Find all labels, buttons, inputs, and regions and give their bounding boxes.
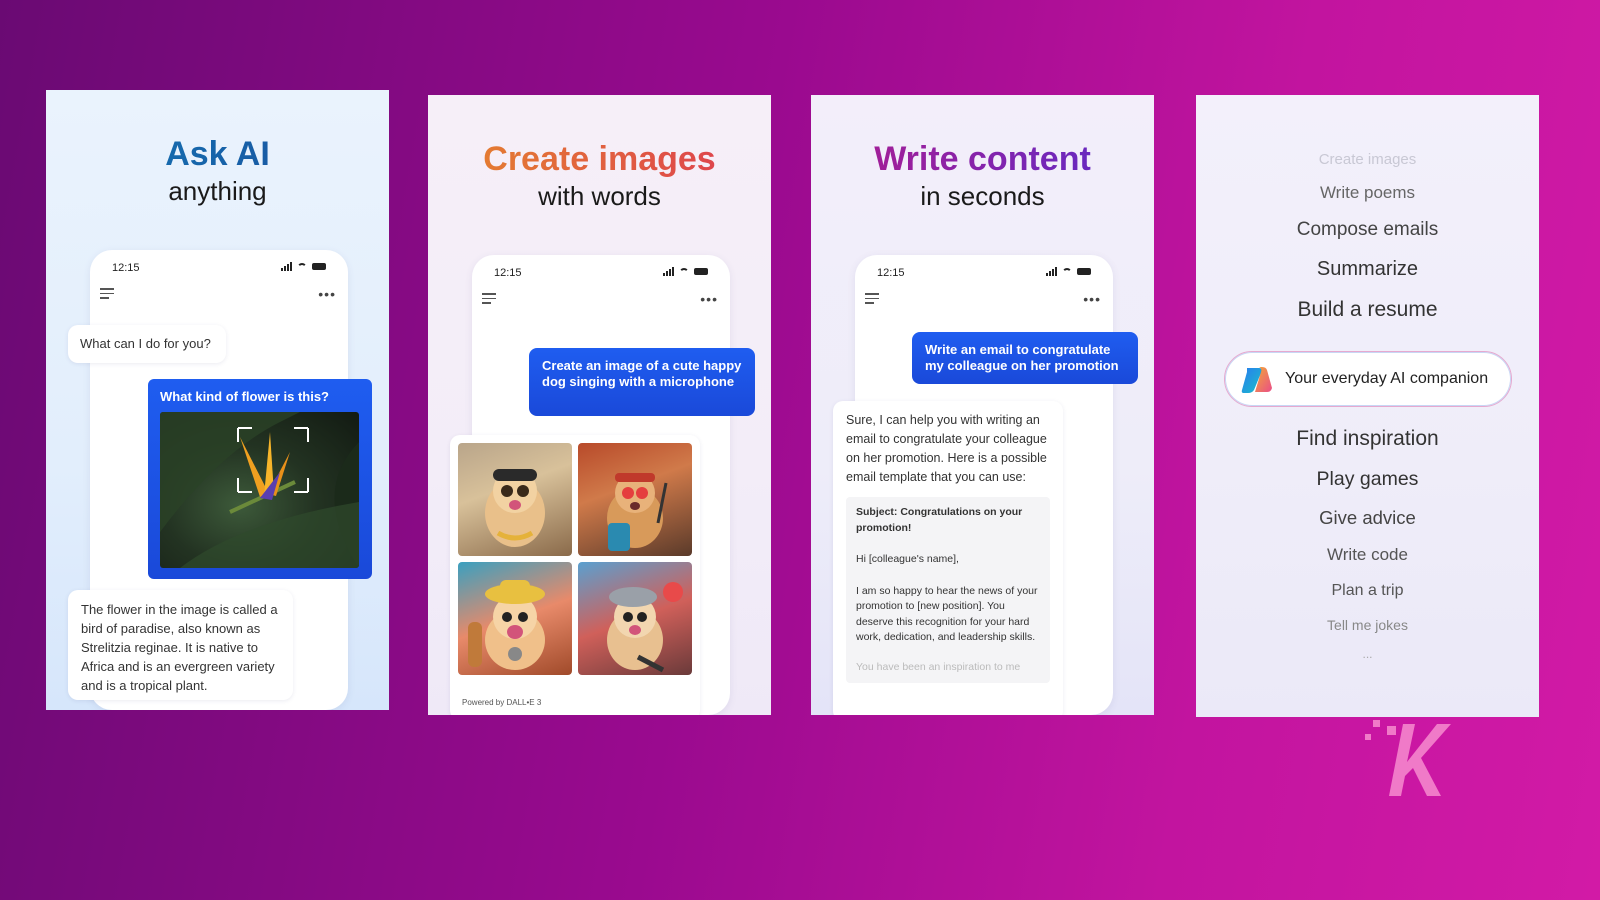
dog-image-1[interactable] — [458, 443, 572, 556]
more-icon[interactable]: ••• — [700, 291, 718, 307]
card-title: Write content — [811, 139, 1154, 179]
card-write-content: Write content in seconds 12:15 ••• Write… — [811, 95, 1154, 715]
status-bar: 12:15 — [494, 267, 708, 283]
more-icon[interactable]: ••• — [318, 286, 336, 302]
capability-find-inspiration: Find inspiration — [1296, 427, 1439, 450]
battery-icon — [312, 263, 326, 270]
battery-icon — [694, 268, 708, 275]
menu-icon[interactable] — [865, 293, 879, 304]
email-greeting: Hi [colleague's name], — [856, 553, 959, 565]
more-icon[interactable]: ••• — [1083, 291, 1101, 307]
reply-text: Sure, I can help you with writing an ema… — [846, 413, 1047, 484]
email-body: I am so happy to hear the news of your p… — [856, 584, 1038, 644]
capability-write-code: Write code — [1327, 545, 1408, 564]
flower-photo — [160, 412, 359, 568]
card-create-images: Create images with words 12:15 ••• Creat… — [428, 95, 771, 715]
email-subject: Subject: Congratulations on your promoti… — [856, 506, 1023, 534]
card-subtitle: with words — [538, 181, 661, 211]
copilot-logo-icon — [1241, 367, 1272, 393]
powered-by-label: Powered by DALL•E 3 — [462, 698, 542, 707]
wifi-icon — [297, 262, 307, 271]
wifi-icon — [1062, 267, 1072, 276]
card-capabilities: Create images Write poems Compose emails… — [1196, 95, 1539, 717]
status-bar: 12:15 — [877, 267, 1091, 283]
signal-icon — [281, 262, 292, 271]
card-heading: Create images with words — [428, 139, 771, 213]
user-message-image: What kind of flower is this? — [148, 379, 372, 579]
email-fade-text: You have been an inspiration to me — [856, 660, 1021, 673]
companion-label: Your everyday AI companion — [1285, 370, 1489, 387]
card-ask-ai: Ask AI anything 12:15 ••• What can I do … — [46, 90, 389, 710]
knowtechie-logo — [1365, 720, 1451, 796]
user-request: Write an email to congratulate my collea… — [912, 332, 1138, 384]
assistant-greeting: What can I do for you? — [68, 325, 226, 363]
card-title: Ask AI — [46, 134, 389, 174]
dog-image-2[interactable] — [578, 443, 692, 556]
card-subtitle: in seconds — [920, 181, 1045, 211]
status-time: 12:15 — [877, 267, 905, 279]
capability-build-resume: Build a resume — [1297, 298, 1438, 321]
menu-icon[interactable] — [100, 288, 114, 299]
capability-tell-jokes: Tell me jokes — [1327, 617, 1408, 633]
signal-icon — [1046, 267, 1057, 276]
card-title: Create images — [428, 139, 771, 179]
capability-summarize: Summarize — [1316, 258, 1419, 280]
dog-image-4[interactable] — [578, 562, 692, 675]
wifi-icon — [679, 267, 689, 276]
card-subtitle: anything — [168, 176, 267, 206]
status-time: 12:15 — [494, 267, 522, 279]
signal-icon — [663, 267, 674, 276]
status-time: 12:15 — [112, 262, 140, 274]
user-request: Create an image of a cute happy dog sing… — [529, 348, 755, 416]
capability-play-games: Play games — [1316, 468, 1419, 490]
assistant-answer: The flower in the image is called a bird… — [68, 590, 293, 700]
image-results: Powered by DALL•E 3 — [450, 435, 700, 715]
capability-create-images: Create images — [1318, 151, 1417, 168]
email-template: Subject: Congratulations on your promoti… — [846, 497, 1050, 683]
capability-more: ... — [1362, 647, 1373, 661]
capability-compose-emails: Compose emails — [1296, 219, 1439, 240]
dog-image-3[interactable] — [458, 562, 572, 675]
capability-give-advice: Give advice — [1319, 507, 1416, 528]
companion-pill[interactable]: Your everyday AI companion — [1224, 351, 1512, 407]
battery-icon — [1077, 268, 1091, 275]
user-question: What kind of flower is this? — [160, 389, 329, 404]
capability-plan-trip: Plan a trip — [1331, 582, 1404, 599]
capability-write-poems: Write poems — [1319, 183, 1416, 202]
menu-icon[interactable] — [482, 293, 496, 304]
card-heading: Write content in seconds — [811, 139, 1154, 213]
card-heading: Ask AI anything — [46, 134, 389, 208]
status-bar: 12:15 — [112, 262, 326, 278]
assistant-reply: Sure, I can help you with writing an ema… — [833, 401, 1063, 715]
